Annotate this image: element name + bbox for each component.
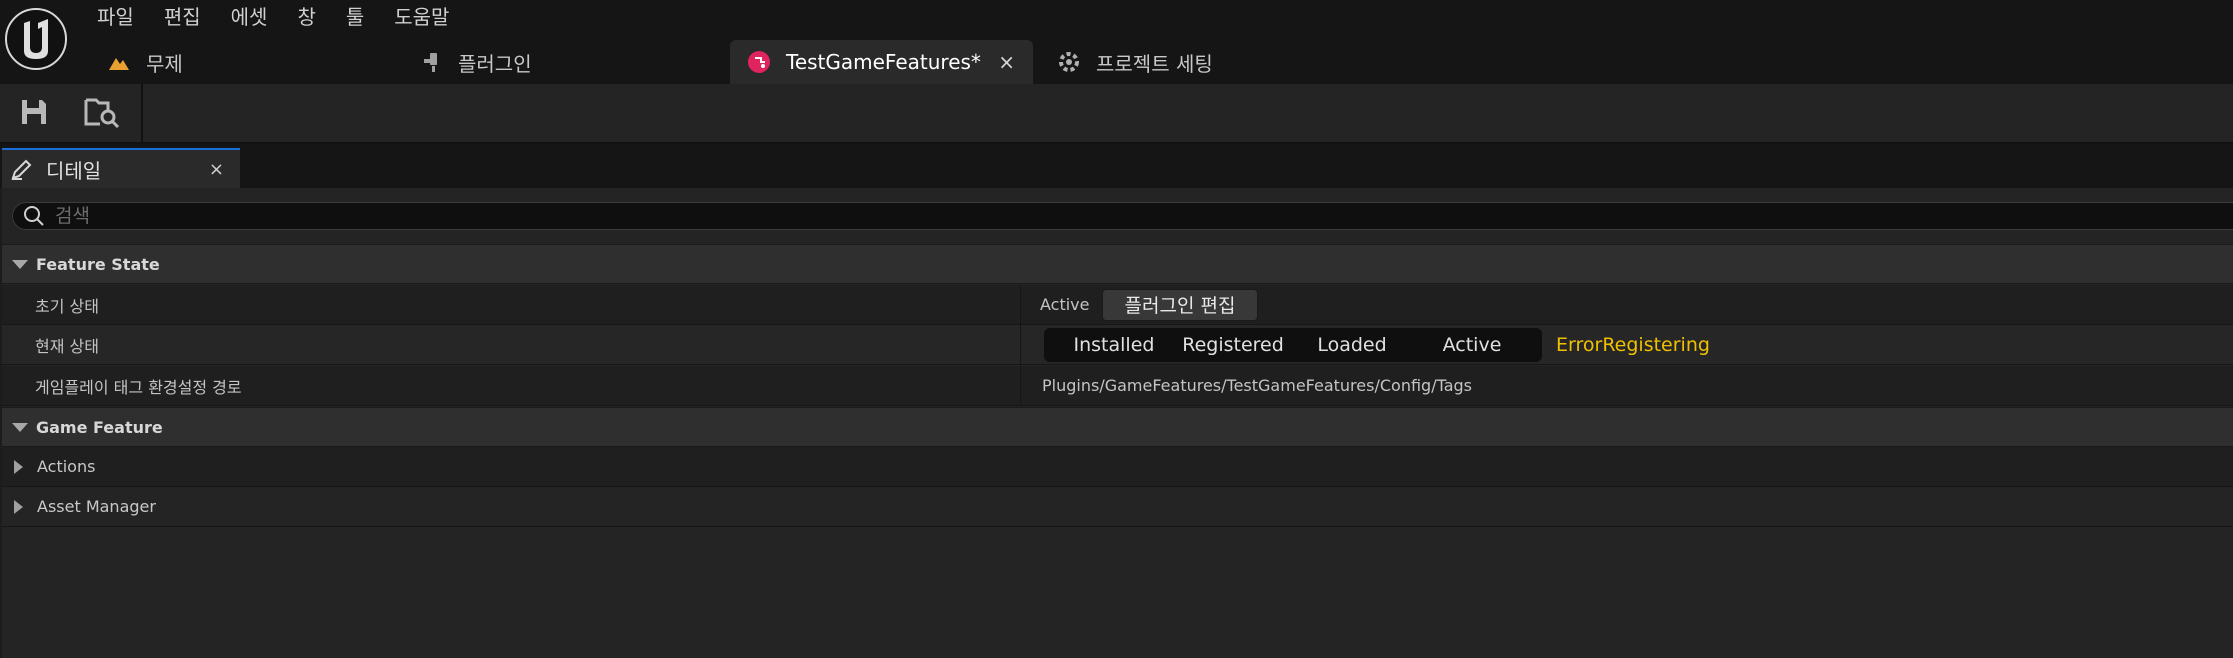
property-row-current-state: 현재 상태 Installed Registered Loaded Active… — [2, 325, 2233, 365]
collapse-arrow-icon[interactable] — [12, 259, 28, 269]
error-state-label: ErrorRegistering — [1556, 333, 1710, 356]
browse-asset-button[interactable] — [82, 96, 122, 132]
state-registered: Registered — [1182, 333, 1284, 356]
search-input[interactable] — [55, 205, 655, 227]
settings-icon — [1056, 49, 1082, 75]
menu-tools[interactable]: 툴 — [331, 0, 379, 34]
save-button[interactable] — [16, 96, 52, 132]
property-row-tags-path: 게임플레이 태그 환경설정 경로 Plugins/GameFeatures/Te… — [2, 366, 2233, 406]
panel-tab-label: 디테일 — [46, 158, 102, 183]
state-progress-bar: Installed Registered Loaded Active — [1044, 327, 1542, 362]
state-active: Active — [1442, 333, 1502, 356]
expand-arrow-icon[interactable] — [14, 499, 23, 514]
tab-project-settings[interactable]: 프로젝트 세팅 — [1056, 40, 1376, 84]
search-icon — [23, 205, 45, 227]
tab-label: 무제 — [146, 51, 183, 76]
menu-file[interactable]: 파일 — [82, 0, 149, 34]
unreal-logo-icon[interactable] — [5, 8, 67, 70]
edit-pencil-icon — [10, 157, 34, 181]
title-bar: 파일 편집 에셋 창 툴 도움말 무제 플러그인 TestGameFeature… — [0, 0, 2233, 84]
property-name: 초기 상태 — [35, 296, 99, 316]
property-name: Asset Manager — [37, 497, 156, 516]
menu-bar: 파일 편집 에셋 창 툴 도움말 — [82, 0, 464, 34]
menu-window[interactable]: 창 — [282, 0, 330, 34]
close-icon[interactable]: × — [209, 159, 224, 180]
property-row-actions[interactable]: Actions — [2, 447, 2233, 487]
property-value: Active 플러그인 편집 — [1040, 288, 1259, 321]
level-icon — [106, 49, 132, 75]
property-name: 현재 상태 — [35, 336, 99, 356]
toolbar-separator — [141, 84, 143, 144]
collapse-arrow-icon[interactable] — [12, 422, 28, 432]
initial-state-value: Active — [1040, 295, 1090, 314]
category-feature-state[interactable]: Feature State — [2, 244, 2233, 284]
menu-asset[interactable]: 에셋 — [216, 0, 283, 34]
property-name: Actions — [37, 457, 96, 476]
tab-plugins[interactable]: 플러그인 — [420, 40, 720, 84]
menu-help[interactable]: 도움말 — [379, 0, 464, 34]
expand-arrow-icon[interactable] — [14, 459, 23, 474]
tab-testgamefeatures[interactable]: TestGameFeatures* × — [730, 40, 1033, 84]
property-name: 게임플레이 태그 환경설정 경로 — [35, 377, 242, 397]
tab-details[interactable]: 디테일 × — [2, 148, 240, 188]
category-title: Feature State — [36, 254, 160, 274]
state-loaded: Loaded — [1317, 333, 1387, 356]
column-divider[interactable] — [1020, 366, 1021, 406]
column-divider[interactable] — [1020, 285, 1021, 325]
column-divider[interactable] — [1020, 325, 1021, 365]
tab-label: 플러그인 — [458, 51, 532, 76]
panel-tabstrip: 디테일 × — [0, 146, 2233, 188]
search-field[interactable] — [12, 202, 2233, 230]
toolbar — [0, 84, 2233, 144]
plugin-icon — [420, 49, 446, 75]
tags-path-value: Plugins/GameFeatures/TestGameFeatures/Co… — [1042, 376, 1472, 395]
tab-untitled-level[interactable]: 무제 — [106, 40, 406, 84]
close-icon[interactable]: × — [998, 50, 1015, 74]
browse-asset-icon — [84, 96, 120, 132]
menu-edit[interactable]: 편집 — [149, 0, 216, 34]
property-value: Installed Registered Loaded Active Error… — [1042, 327, 1710, 362]
category-title: Game Feature — [36, 417, 163, 437]
edit-plugin-button[interactable]: 플러그인 편집 — [1101, 288, 1259, 321]
state-installed: Installed — [1073, 333, 1155, 356]
property-row-asset-manager[interactable]: Asset Manager — [2, 487, 2233, 527]
category-game-feature[interactable]: Game Feature — [2, 407, 2233, 447]
save-icon — [19, 97, 49, 131]
tab-label: 프로젝트 세팅 — [1096, 51, 1213, 76]
tab-label: TestGameFeatures* — [786, 50, 981, 74]
game-feature-icon — [746, 49, 772, 75]
property-row-initial-state: 초기 상태 Active 플러그인 편집 — [2, 285, 2233, 325]
